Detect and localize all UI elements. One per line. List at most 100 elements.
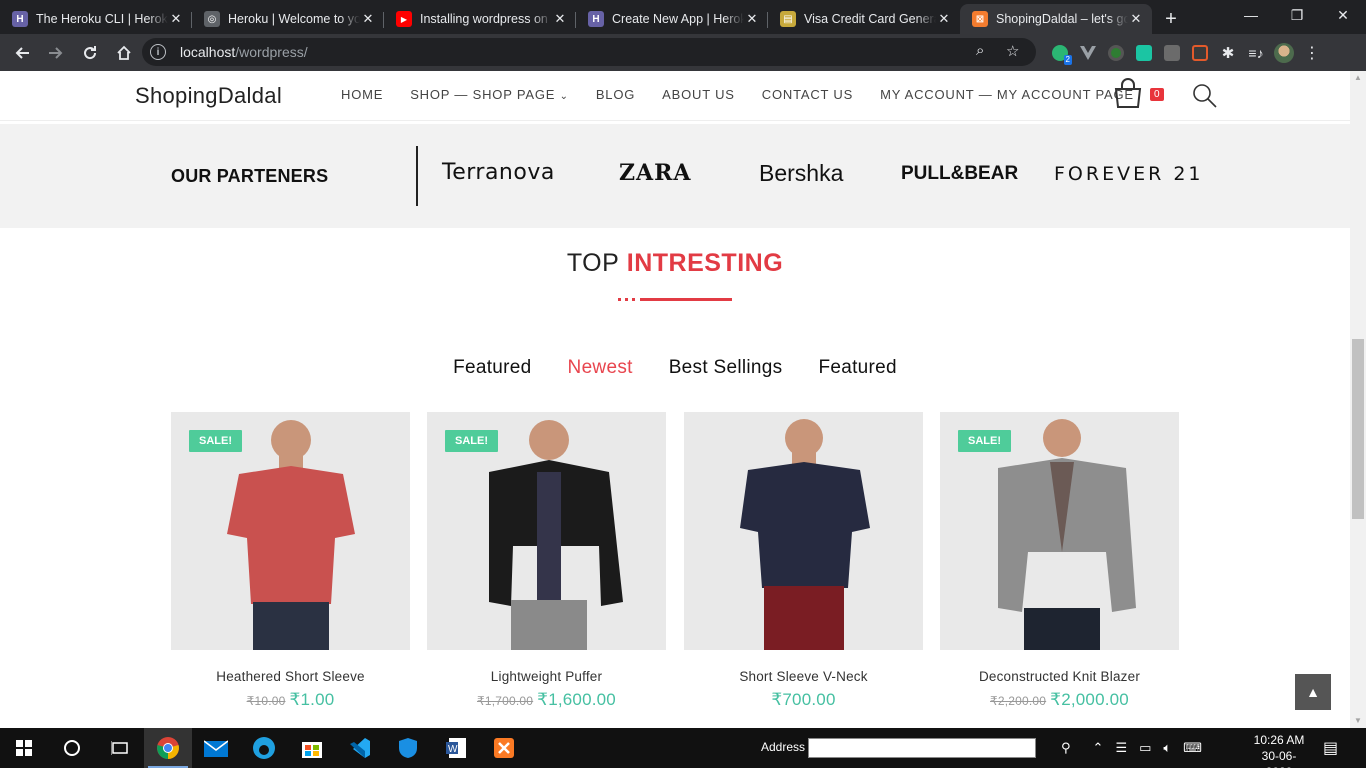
circle-extension-icon[interactable] [1102, 39, 1130, 67]
new-tab-button[interactable]: + [1156, 4, 1186, 34]
mail-icon[interactable] [192, 728, 240, 768]
show-hidden-icons[interactable]: ⌃ [1093, 740, 1104, 756]
browser-tab[interactable]: ▶ Installing wordpress on Heroku ✕ [384, 4, 576, 34]
info-icon[interactable]: i [150, 44, 166, 60]
product-price: ₹700.00 [771, 690, 836, 709]
scrollbar-thumb[interactable] [1352, 339, 1364, 519]
close-tab-icon[interactable]: ✕ [744, 11, 760, 27]
product-image[interactable] [684, 412, 923, 650]
people-icon[interactable]: ⚲ [1061, 740, 1071, 756]
forward-icon[interactable] [40, 39, 72, 67]
product-card[interactable]: SALE! Deconstructed Knit Blazer ₹2,200.0… [940, 412, 1179, 710]
nav-shop[interactable]: SHOP — SHOP PAGE ⌄ [410, 87, 569, 102]
partners-title: OUR PARTENERS [171, 166, 329, 186]
defender-icon[interactable] [384, 728, 432, 768]
product-image[interactable]: SALE! [940, 412, 1179, 650]
vscode-icon[interactable] [336, 728, 384, 768]
close-tab-icon[interactable]: ✕ [1128, 11, 1144, 27]
filter-tab[interactable]: Best Sellings [669, 357, 783, 379]
restore-icon[interactable]: ❐ [1274, 0, 1320, 30]
product-name[interactable]: Short Sleeve V-Neck [684, 669, 923, 684]
shop-extension-icon[interactable] [1130, 39, 1158, 67]
cart-button[interactable]: 0 [1112, 77, 1172, 115]
filter-tab[interactable]: Featured [818, 357, 896, 379]
vue-extension-icon[interactable] [1074, 39, 1102, 67]
site-logo[interactable]: ShopingDaldal [135, 83, 282, 109]
address-toolbar-input[interactable] [808, 738, 1036, 758]
scroll-up-icon[interactable]: ▲ [1350, 71, 1366, 85]
browser-tab[interactable]: ◎ Heroku | Welcome to your new app ✕ [192, 4, 384, 34]
back-to-top-button[interactable]: ▲ [1295, 674, 1331, 710]
reload-icon[interactable] [74, 39, 106, 67]
close-tab-icon[interactable]: ✕ [360, 11, 376, 27]
battery-icon[interactable]: ▭ [1139, 740, 1151, 756]
pen-extension-icon[interactable] [1186, 39, 1214, 67]
chrome-taskbar-icon[interactable] [144, 728, 192, 768]
nav-about[interactable]: ABOUT US [662, 87, 735, 102]
close-tab-icon[interactable]: ✕ [936, 11, 952, 27]
product-card[interactable]: SALE! Lightweight Puffer ₹1,700.00 ₹1,600… [427, 412, 666, 710]
store-icon[interactable] [288, 728, 336, 768]
zoom-icon[interactable]: ⌕ [976, 42, 984, 59]
partners-strip: OUR PARTENERS Terranova ZARA Bershka PUL… [0, 124, 1350, 228]
windows-start-icon[interactable] [0, 728, 48, 768]
address-url[interactable]: localhost/wordpress/ [180, 44, 308, 60]
xampp-icon[interactable] [480, 728, 528, 768]
edge-icon[interactable] [240, 728, 288, 768]
star-icon[interactable]: ☆ [1006, 42, 1019, 60]
product-card[interactable]: Short Sleeve V-Neck ₹700.00 [684, 412, 923, 710]
nav-blog[interactable]: BLOG [596, 87, 635, 102]
product-name[interactable]: Lightweight Puffer [427, 669, 666, 684]
search-icon[interactable] [1192, 83, 1218, 114]
taskbar-clock[interactable]: 10:26 AM 30-06-2020 [1249, 732, 1309, 780]
scroll-down-icon[interactable]: ▼ [1350, 714, 1366, 728]
browser-tab[interactable]: ▤ Visa Credit Card Generator ✕ [768, 4, 960, 34]
minimize-icon[interactable]: — [1228, 0, 1274, 30]
notification-center-icon[interactable]: ▤ [1323, 738, 1338, 758]
menu-icon[interactable]: ⋮ [1298, 39, 1326, 67]
filter-tab[interactable]: Featured [453, 357, 531, 379]
product-card[interactable]: SALE! Heathered Short Sleeve ₹10.00 ₹1.00 [171, 412, 410, 710]
tab-title: Heroku | Welcome to your new app [228, 12, 360, 26]
address-bar[interactable]: i localhost/wordpress/ ⌕ ☆ [142, 38, 1036, 66]
extensions-icon[interactable]: ✱ [1214, 39, 1242, 67]
close-tab-icon[interactable]: ✕ [552, 11, 568, 27]
browser-tab-active[interactable]: ⊠ ShopingDaldal – let's go shopping ✕ [960, 4, 1152, 34]
search-circle-icon[interactable] [48, 728, 96, 768]
shopping-bag-icon [1114, 78, 1142, 108]
page-scrollbar[interactable]: ▲ ▼ [1350, 71, 1366, 728]
tab-title: Visa Credit Card Generator [804, 12, 936, 26]
task-view-icon[interactable] [96, 728, 144, 768]
globe-favicon-icon: ◎ [204, 11, 220, 27]
word-icon[interactable]: W [432, 728, 480, 768]
network-icon[interactable]: ☰ [1115, 740, 1127, 756]
close-window-icon[interactable]: ✕ [1320, 0, 1366, 30]
product-name[interactable]: Deconstructed Knit Blazer [940, 669, 1179, 684]
browser-tab[interactable]: H Create New App | Heroku ✕ [576, 4, 768, 34]
green-extension-icon[interactable]: 2 [1046, 39, 1074, 67]
home-icon[interactable] [108, 39, 140, 67]
sale-badge: SALE! [958, 430, 1011, 452]
windows-taskbar: W Address ⚲ ⌃ ☰ ▭ 🔈︎ ⌨ 10:26 AM 30-06-202… [0, 728, 1366, 779]
back-icon[interactable] [6, 39, 38, 67]
nav-my-account[interactable]: MY ACCOUNT — MY ACCOUNT PAGE [880, 87, 1134, 102]
filter-tab-active[interactable]: Newest [568, 357, 633, 379]
close-tab-icon[interactable]: ✕ [168, 11, 184, 27]
section-title: TOP INTRESTING [566, 249, 784, 277]
volume-icon[interactable]: 🔈︎ [1163, 740, 1171, 756]
profile-avatar[interactable] [1270, 39, 1298, 67]
main-nav: HOME SHOP — SHOP PAGE ⌄ BLOG ABOUT US CO… [341, 87, 1161, 102]
product-image[interactable]: SALE! [171, 412, 410, 650]
media-icon[interactable]: ≡♪ [1242, 39, 1270, 67]
sale-badge: SALE! [445, 430, 498, 452]
product-name[interactable]: Heathered Short Sleeve [171, 669, 410, 684]
xampp-favicon-icon: ⊠ [972, 11, 988, 27]
web-page: ShopingDaldal HOME SHOP — SHOP PAGE ⌄ BL… [0, 71, 1350, 728]
keyboard-icon[interactable]: ⌨ [1183, 740, 1202, 756]
nav-home[interactable]: HOME [341, 87, 383, 102]
chart-extension-icon[interactable] [1158, 39, 1186, 67]
browser-tab[interactable]: H The Heroku CLI | Heroku Dev Center ✕ [0, 4, 192, 34]
nav-contact[interactable]: CONTACT US [762, 87, 853, 102]
window-controls: — ❐ ✕ [1228, 0, 1366, 30]
product-image[interactable]: SALE! [427, 412, 666, 650]
